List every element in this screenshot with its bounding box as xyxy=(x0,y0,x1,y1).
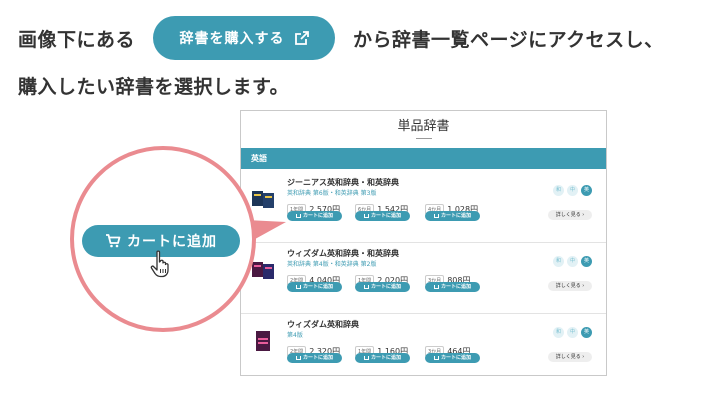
plan-option: 6か月 1,542円 カートに追加 xyxy=(355,199,425,221)
dictionary-name: ウィズダム英和辞典 xyxy=(287,320,359,329)
add-to-cart-label: カートに追加 xyxy=(370,213,401,219)
add-to-cart-button[interactable]: カートに追加 xyxy=(355,282,410,292)
language-chip[interactable]: 和 xyxy=(553,185,564,196)
dictionary-cover-image xyxy=(252,262,274,279)
cart-icon xyxy=(433,213,439,218)
add-to-cart-button[interactable]: カートに追加 xyxy=(425,353,480,363)
add-to-cart-label: カートに追加 xyxy=(302,355,333,361)
dictionary-edition: 英和辞典 第6版・和英辞典 第3版 xyxy=(287,190,377,197)
language-chips: 和 中 英 xyxy=(553,185,592,196)
details-button[interactable]: 詳しく見る › xyxy=(548,352,592,362)
buy-dictionary-label: 辞書を購入する xyxy=(179,31,285,47)
dictionary-cover-image xyxy=(252,191,274,208)
plan-option: 3か月 464円 カートに追加 xyxy=(425,341,495,363)
buy-dictionary-button[interactable]: 辞書を購入する xyxy=(153,16,336,60)
cart-icon xyxy=(363,355,369,360)
cart-icon xyxy=(106,234,121,248)
hand-pointer-icon xyxy=(150,250,169,278)
language-chip[interactable]: 中 xyxy=(567,185,578,196)
add-to-cart-label: カートに追加 xyxy=(440,213,471,219)
cart-icon xyxy=(295,355,301,360)
details-button[interactable]: 詳しく見る › xyxy=(548,210,592,220)
instruction-line-1: 画像下にある 辞書を購入する から辞書一覧ページにアクセスし、 xyxy=(18,16,664,60)
plan-option: 4か月 1,028円 カートに追加 xyxy=(425,199,495,221)
dictionary-name: ウィズダム英和辞典・和英辞典 xyxy=(287,249,399,258)
instruction-prefix: 画像下にある xyxy=(18,28,136,51)
panel-title: 単品辞書 xyxy=(397,119,450,134)
dictionary-name: ジーニアス英和辞典・和英辞典 xyxy=(287,178,399,187)
language-chip[interactable]: 中 xyxy=(567,256,578,267)
add-to-cart-button[interactable]: カートに追加 xyxy=(355,211,410,221)
add-to-cart-label: カートに追加 xyxy=(370,284,401,290)
title-divider xyxy=(416,138,432,139)
language-chip[interactable]: 中 xyxy=(567,327,578,338)
add-to-cart-button[interactable]: カートに追加 xyxy=(355,353,410,363)
plan-option: 2年間 4,040円 カートに追加 xyxy=(287,270,357,292)
plan-list: 2年間 4,040円 カートに追加 1年間 2,020円 カートに追加 3か月 808… xyxy=(287,270,487,300)
dictionary-cover-image xyxy=(256,331,270,351)
category-bar: 英語 xyxy=(241,148,606,169)
add-to-cart-button[interactable]: カートに追加 xyxy=(287,353,342,363)
dictionary-item: ウィズダム英和辞典・和英辞典 英和辞典 第4版・和英辞典 第2版 2年間 4,04… xyxy=(241,244,606,314)
add-to-cart-label: カートに追加 xyxy=(370,355,401,361)
cart-icon xyxy=(433,284,439,289)
add-to-cart-label: カートに追加 xyxy=(302,213,333,219)
cart-icon xyxy=(363,213,369,218)
dictionary-edition: 英和辞典 第4版・和英辞典 第2版 xyxy=(287,261,377,268)
language-chips: 和 中 英 xyxy=(553,256,592,267)
cart-icon xyxy=(363,284,369,289)
language-chip[interactable]: 和 xyxy=(553,256,564,267)
add-to-cart-label: カートに追加 xyxy=(127,234,217,250)
plan-option: 3か月 808円 カートに追加 xyxy=(425,270,495,292)
cart-icon xyxy=(295,213,301,218)
add-to-cart-label: カートに追加 xyxy=(302,284,333,290)
cart-icon xyxy=(295,284,301,289)
add-to-cart-label: カートに追加 xyxy=(440,284,471,290)
language-chip-active[interactable]: 英 xyxy=(581,327,592,338)
external-link-icon xyxy=(294,31,309,45)
add-to-cart-button[interactable]: カートに追加 xyxy=(425,282,480,292)
plan-option: 1年間 2,020円 カートに追加 xyxy=(355,270,425,292)
plan-list: 2年間 2,320円 カートに追加 1年間 1,160円 カートに追加 3か月 464… xyxy=(287,341,487,371)
language-chip[interactable]: 和 xyxy=(553,327,564,338)
instruction-line-2: 購入したい辞書を選択します。 xyxy=(18,76,290,98)
instruction-suffix: から辞書一覧ページにアクセスし、 xyxy=(353,28,664,51)
cart-icon xyxy=(433,355,439,360)
add-to-cart-button[interactable]: カートに追加 xyxy=(287,282,342,292)
plan-option: 1年間 1,160円 カートに追加 xyxy=(355,341,425,363)
add-to-cart-button[interactable]: カートに追加 xyxy=(287,211,342,221)
dictionary-panel: 単品辞書 英語 ジーニアス英和辞典・和英辞典 英和辞典 第6版・和英辞典 第3版… xyxy=(240,110,607,376)
plan-option: 1年間 2,570円 カートに追加 xyxy=(287,199,357,221)
dictionary-edition: 第4版 xyxy=(287,332,303,339)
dictionary-item: ジーニアス英和辞典・和英辞典 英和辞典 第6版・和英辞典 第3版 1年間 2,57… xyxy=(241,173,606,243)
language-chip-active[interactable]: 英 xyxy=(581,185,592,196)
add-to-cart-button[interactable]: カートに追加 xyxy=(425,211,480,221)
add-to-cart-label: カートに追加 xyxy=(440,355,471,361)
language-chips: 和 中 英 xyxy=(553,327,592,338)
plan-option: 2年間 2,320円 カートに追加 xyxy=(287,341,357,363)
dictionary-item: ウィズダム英和辞典 第4版 2年間 2,320円 カートに追加 1年間 1,160円… xyxy=(241,315,606,375)
language-chip-active[interactable]: 英 xyxy=(581,256,592,267)
plan-list: 1年間 2,570円 カートに追加 6か月 1,542円 カートに追加 4か月 1,0… xyxy=(287,199,487,229)
details-button[interactable]: 詳しく見る › xyxy=(548,281,592,291)
